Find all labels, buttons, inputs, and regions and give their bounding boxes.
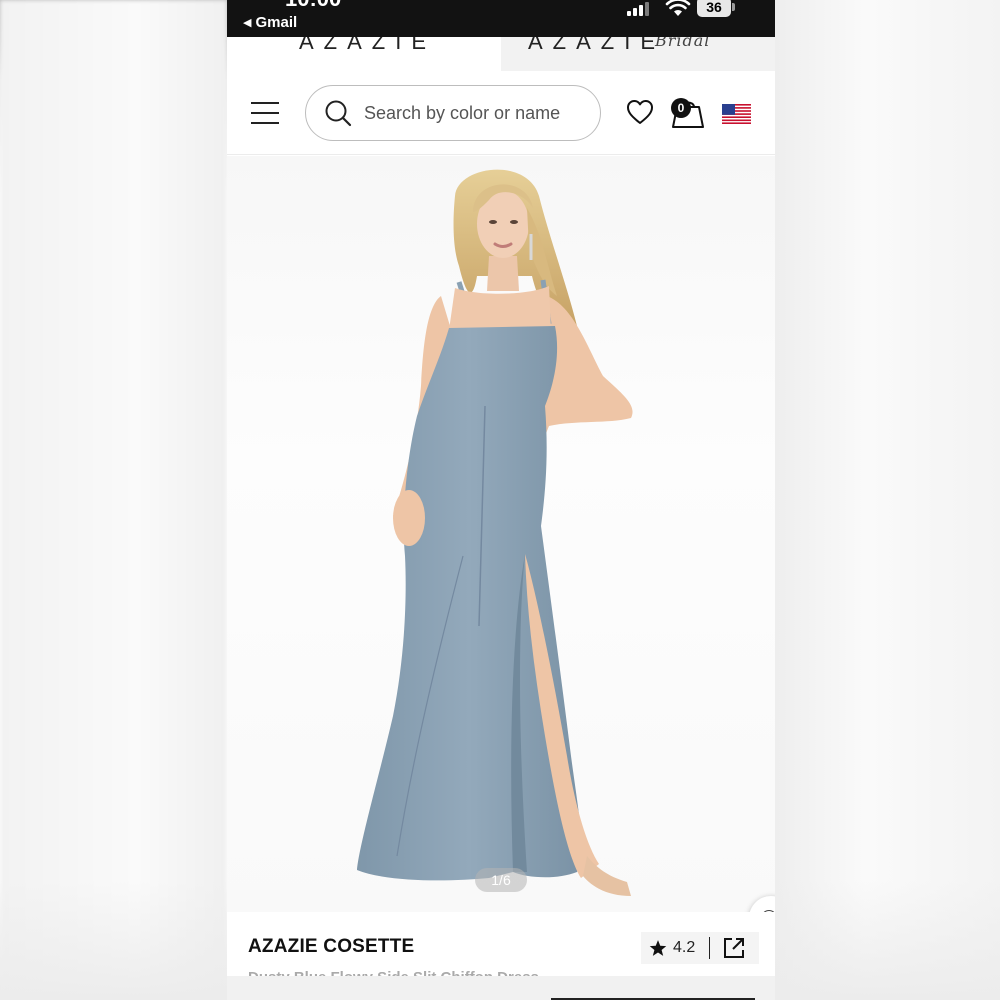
tab-azazie[interactable]: AZAZIE <box>227 37 501 71</box>
status-time: 10:00 <box>285 0 341 12</box>
cart-count-badge: 0 <box>671 98 691 118</box>
status-bar: 10:00 ◀ Gmail 36 <box>227 0 775 37</box>
product-name: AZAZIE COSETTE <box>248 936 415 957</box>
site-header: 0 <box>227 71 775 155</box>
tab-azazie-bridal[interactable]: AZAZIE Bridal <box>501 37 775 71</box>
share-icon[interactable] <box>723 937 745 959</box>
rating-divider <box>709 937 711 959</box>
brand-tabs: AZAZIE AZAZIE Bridal <box>227 37 775 71</box>
back-to-app-link[interactable]: ◀ Gmail <box>243 14 297 31</box>
battery-indicator: 36 <box>697 0 731 17</box>
search-input[interactable] <box>364 102 574 124</box>
product-image-carousel[interactable]: 1/6 <box>227 156 775 912</box>
search-bar[interactable] <box>305 85 601 141</box>
us-flag-icon[interactable] <box>722 104 751 124</box>
tab-bridal-label: AZAZIE <box>528 37 666 54</box>
bottom-toolbar <box>227 976 775 1000</box>
rating-value[interactable]: 4.2 <box>673 939 695 957</box>
model-in-dress-image <box>357 169 633 896</box>
wifi-icon <box>665 0 691 16</box>
rating-share-box: 4.2 <box>641 932 759 964</box>
phone-screen: 10:00 ◀ Gmail 36 AZAZIE AZAZIE Bridal <box>227 0 775 1000</box>
tab-bridal-script: Bridal <box>655 37 711 50</box>
backdrop-right <box>775 0 1000 1000</box>
heart-icon[interactable] <box>626 99 654 125</box>
back-app-label: Gmail <box>255 14 298 31</box>
tab-azazie-label: AZAZIE <box>299 37 437 54</box>
backdrop-left <box>0 0 227 1000</box>
battery-tip <box>732 3 735 11</box>
star-icon <box>649 940 667 956</box>
back-triangle-icon: ◀ <box>243 17 252 29</box>
image-pager: 1/6 <box>475 868 527 892</box>
menu-icon[interactable] <box>251 102 279 124</box>
cellular-signal-icon <box>627 2 649 16</box>
search-icon <box>325 100 352 127</box>
